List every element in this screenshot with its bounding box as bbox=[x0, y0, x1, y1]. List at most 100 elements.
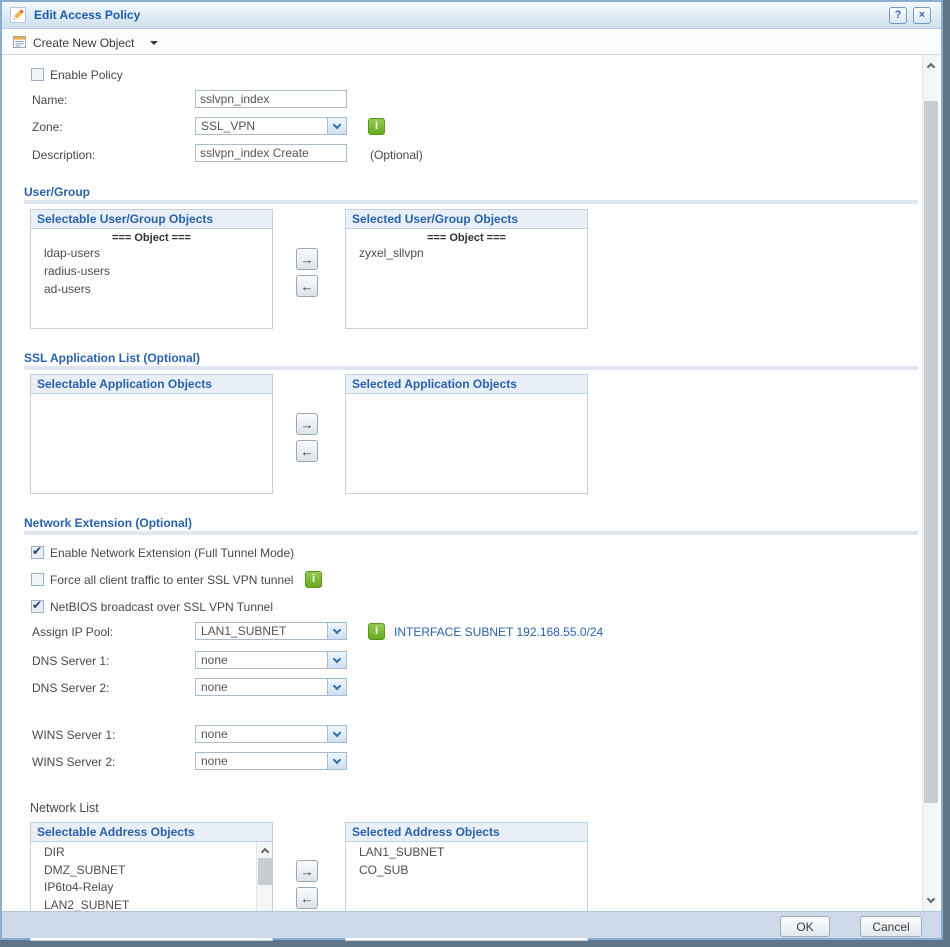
wins-server-1-value: none bbox=[201, 727, 228, 741]
main-scrollbar[interactable] bbox=[922, 55, 938, 911]
ssl-application-section-title: SSL Application List (Optional) bbox=[24, 351, 200, 365]
description-optional-hint: (Optional) bbox=[370, 148, 423, 162]
network-extension-section-title: Network Extension (Optional) bbox=[24, 516, 193, 530]
network-list-title: Network List bbox=[30, 801, 99, 815]
selectable-address-header: Selectable Address Objects bbox=[31, 823, 272, 842]
selected-usergroup-box: Selected User/Group Objects === Object =… bbox=[345, 209, 588, 329]
list-item[interactable]: ad-users bbox=[31, 280, 272, 298]
move-left-button[interactable]: ← bbox=[296, 440, 318, 462]
scroll-up-icon[interactable] bbox=[923, 57, 939, 73]
enable-network-extension-label: Enable Network Extension (Full Tunnel Mo… bbox=[50, 546, 295, 560]
help-button[interactable]: ? bbox=[889, 7, 907, 24]
usergroup-section-title: User/Group bbox=[24, 185, 91, 199]
enable-policy-label: Enable Policy bbox=[50, 68, 123, 82]
create-new-object-icon bbox=[13, 36, 26, 48]
name-input[interactable] bbox=[195, 90, 347, 108]
arrow-left-icon: ← bbox=[300, 278, 314, 294]
selected-application-header: Selected Application Objects bbox=[346, 375, 587, 394]
netbios-broadcast-checkbox[interactable] bbox=[31, 598, 44, 613]
selected-application-box: Selected Application Objects bbox=[345, 374, 588, 494]
dns-server-1-select[interactable]: none bbox=[195, 651, 347, 669]
object-separator: === Object === bbox=[427, 232, 506, 244]
scrollbar-thumb[interactable] bbox=[924, 101, 938, 803]
arrow-left-icon: ← bbox=[300, 890, 314, 906]
move-left-button[interactable]: ← bbox=[296, 275, 318, 297]
dns-server-1-label: DNS Server 1: bbox=[32, 654, 110, 668]
selectable-application-box: Selectable Application Objects bbox=[30, 374, 273, 494]
force-traffic-info-icon[interactable] bbox=[305, 571, 322, 588]
wins-server-2-label: WINS Server 2: bbox=[32, 755, 116, 769]
force-traffic-label: Force all client traffic to enter SSL VP… bbox=[50, 573, 294, 587]
scroll-up-icon[interactable] bbox=[257, 842, 272, 858]
wins-server-1-label: WINS Server 1: bbox=[32, 728, 116, 742]
arrow-left-icon: ← bbox=[300, 443, 314, 459]
list-item[interactable]: CO_SUB bbox=[346, 862, 587, 880]
name-label: Name: bbox=[32, 93, 68, 107]
scrollbar-thumb[interactable] bbox=[258, 858, 272, 885]
wins-server-2-select[interactable]: none bbox=[195, 752, 347, 770]
assign-ip-pool-info-icon[interactable] bbox=[368, 623, 385, 640]
list-item[interactable]: zyxel_sllvpn bbox=[346, 244, 587, 262]
dialog-titlebar: Edit Access Policy ? × bbox=[2, 2, 941, 29]
chevron-down-icon[interactable] bbox=[327, 623, 346, 639]
section-divider bbox=[24, 200, 918, 204]
selectable-application-header: Selectable Application Objects bbox=[31, 375, 272, 394]
move-right-button[interactable]: → bbox=[296, 248, 318, 270]
object-separator: === Object === bbox=[112, 232, 191, 244]
arrow-right-icon: → bbox=[300, 863, 314, 879]
description-label: Description: bbox=[32, 148, 96, 162]
list-item[interactable]: radius-users bbox=[31, 262, 272, 280]
chevron-down-icon[interactable] bbox=[327, 118, 346, 134]
assign-ip-pool-select[interactable]: LAN1_SUBNET bbox=[195, 622, 347, 640]
zone-info-icon[interactable] bbox=[368, 118, 385, 135]
list-item[interactable]: IP6to4-Relay bbox=[31, 879, 272, 897]
section-divider bbox=[24, 531, 918, 535]
dns-server-2-label: DNS Server 2: bbox=[32, 681, 110, 695]
ok-button[interactable]: OK bbox=[780, 916, 830, 937]
dns-server-1-value: none bbox=[201, 653, 228, 667]
close-button[interactable]: × bbox=[913, 7, 931, 24]
list-item[interactable]: DMZ_SUBNET bbox=[31, 862, 272, 880]
wins-server-2-value: none bbox=[201, 754, 228, 768]
list-item[interactable]: ldap-users bbox=[31, 244, 272, 262]
zone-select[interactable]: SSL_VPN bbox=[195, 117, 347, 135]
edit-pencil-icon bbox=[10, 7, 26, 23]
scroll-down-icon[interactable] bbox=[923, 892, 939, 908]
move-right-button[interactable]: → bbox=[296, 860, 318, 882]
dns-server-2-select[interactable]: none bbox=[195, 678, 347, 696]
zone-select-value: SSL_VPN bbox=[201, 119, 256, 133]
chevron-down-icon bbox=[150, 41, 158, 45]
enable-network-extension-checkbox[interactable] bbox=[31, 544, 44, 559]
list-item[interactable]: DIR bbox=[31, 842, 272, 862]
selected-address-header: Selected Address Objects bbox=[346, 823, 587, 842]
assign-ip-pool-label: Assign IP Pool: bbox=[32, 625, 114, 639]
dns-server-2-value: none bbox=[201, 680, 228, 694]
chevron-down-icon[interactable] bbox=[327, 753, 346, 769]
move-left-button[interactable]: ← bbox=[296, 887, 318, 909]
chevron-down-icon[interactable] bbox=[327, 679, 346, 695]
zone-label: Zone: bbox=[32, 120, 63, 134]
selectable-usergroup-header: Selectable User/Group Objects bbox=[31, 210, 272, 229]
section-divider bbox=[24, 366, 918, 370]
assign-ip-pool-value: LAN1_SUBNET bbox=[201, 624, 287, 638]
dialog-footer: OK Cancel bbox=[2, 911, 941, 938]
chevron-down-icon[interactable] bbox=[327, 726, 346, 742]
interface-subnet-text: INTERFACE SUBNET 192.168.55.0/24 bbox=[394, 625, 604, 639]
force-traffic-checkbox[interactable] bbox=[31, 573, 44, 586]
netbios-broadcast-label: NetBIOS broadcast over SSL VPN Tunnel bbox=[50, 600, 274, 614]
chevron-down-icon[interactable] bbox=[327, 652, 346, 668]
wins-server-1-select[interactable]: none bbox=[195, 725, 347, 743]
create-new-object-button[interactable]: Create New Object bbox=[33, 36, 134, 50]
description-input[interactable] bbox=[195, 144, 347, 162]
list-item[interactable]: LAN1_SUBNET bbox=[346, 842, 587, 862]
move-right-button[interactable]: → bbox=[296, 413, 318, 435]
selected-usergroup-header: Selected User/Group Objects bbox=[346, 210, 587, 229]
dialog-title: Edit Access Policy bbox=[34, 8, 141, 22]
arrow-right-icon: → bbox=[300, 251, 314, 267]
enable-policy-checkbox[interactable] bbox=[31, 68, 44, 81]
toolbar: Create New Object bbox=[2, 29, 941, 55]
edit-access-policy-dialog: Edit Access Policy ? × Create New Object… bbox=[0, 0, 943, 941]
selectable-usergroup-box: Selectable User/Group Objects === Object… bbox=[30, 209, 273, 329]
arrow-right-icon: → bbox=[300, 416, 314, 432]
cancel-button[interactable]: Cancel bbox=[860, 916, 922, 937]
